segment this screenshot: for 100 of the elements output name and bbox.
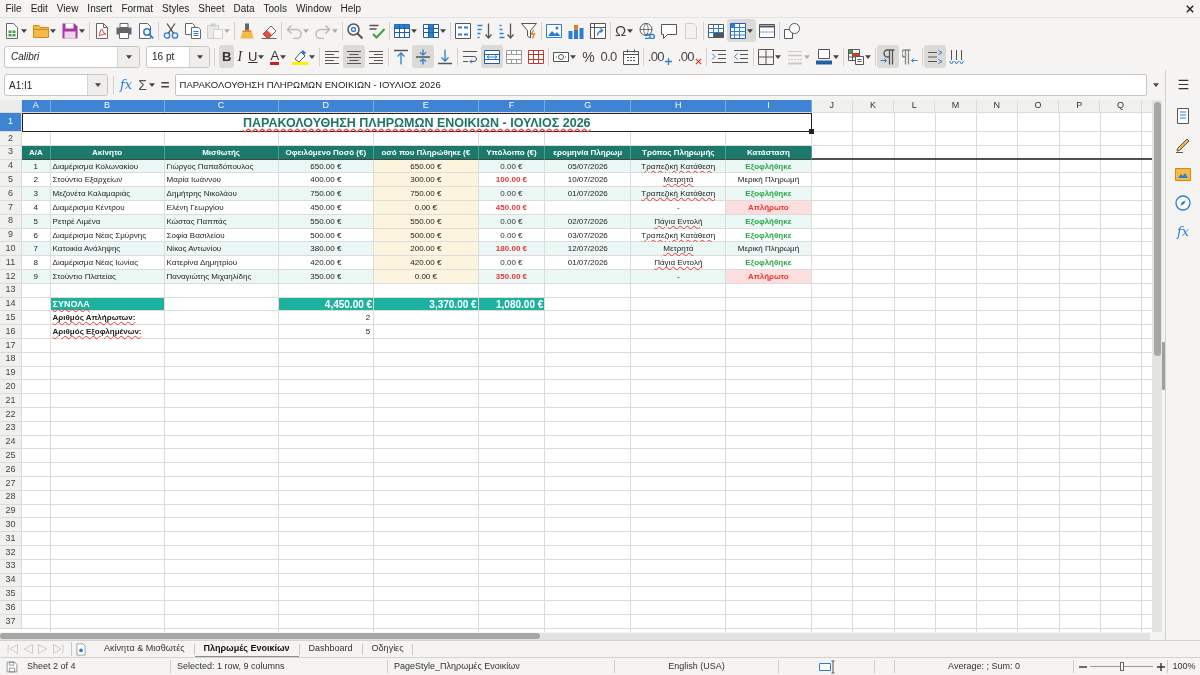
sheet-tab[interactable]: Ακίνητα & Μισθωτές	[95, 640, 194, 658]
column-header[interactable]: G	[545, 100, 632, 113]
dropdown-button[interactable]	[189, 46, 209, 67]
sheet-tab[interactable]: Dashboard	[299, 640, 362, 658]
delete-decimal-button[interactable]: .00	[674, 45, 705, 68]
row-header[interactable]: 26	[0, 463, 22, 477]
column-header[interactable]: J	[811, 100, 853, 113]
folder-icon	[33, 22, 49, 39]
text-left-to-right-button[interactable]	[923, 45, 946, 68]
column-header[interactable]: L	[894, 100, 936, 113]
column-header[interactable]: Q	[1100, 100, 1142, 113]
sum-button[interactable]: Σ	[135, 74, 158, 96]
row-header[interactable]: 25	[0, 449, 22, 464]
spreadsheet-grid[interactable]	[0, 100, 1152, 632]
zoom-in-button[interactable]	[1156, 662, 1165, 671]
percent-button[interactable]: %	[579, 45, 598, 68]
row-header[interactable]: 36	[0, 601, 22, 615]
row-header[interactable]: 1	[0, 113, 22, 132]
menu-item[interactable]: Insert	[82, 0, 117, 17]
table-cell: 0.00 €	[478, 187, 546, 201]
menu-item[interactable]: Help	[336, 0, 366, 17]
freeze-panes-button[interactable]	[727, 19, 757, 42]
row-header[interactable]: 21	[0, 394, 22, 408]
navigator-tab[interactable]	[1172, 192, 1194, 214]
column-header[interactable]: C	[164, 100, 279, 113]
font-color-button[interactable]: A	[267, 45, 290, 68]
menu-item[interactable]: Format	[116, 0, 158, 17]
column-header[interactable]: E	[374, 100, 479, 113]
save-icon	[62, 22, 78, 39]
dropdown-button[interactable]	[117, 46, 139, 67]
selection-mode-icon	[818, 658, 835, 675]
row-header[interactable]: 31	[0, 532, 22, 546]
menu-item[interactable]: Edit	[26, 0, 53, 17]
add-decimal-button[interactable]: .00	[644, 45, 675, 68]
font-name-field[interactable]: Calibri	[4, 45, 140, 68]
column-header[interactable]: B	[50, 100, 165, 113]
column-header[interactable]: F	[478, 100, 546, 113]
selection-mode-button[interactable]	[818, 658, 835, 675]
fill-handle[interactable]	[808, 129, 814, 134]
menu-item[interactable]: Styles	[157, 0, 194, 17]
underline-button[interactable]: U	[245, 45, 268, 68]
caret-icon	[411, 28, 417, 33]
row-header[interactable]: 15	[0, 311, 22, 326]
column-header[interactable]: H	[631, 100, 727, 113]
row-header[interactable]: 10	[0, 242, 22, 257]
function-wizard-button[interactable]: fx	[117, 74, 136, 96]
page-icon	[683, 22, 700, 39]
functions-tab[interactable]: fx	[1172, 221, 1194, 243]
column-header[interactable]: O	[1017, 100, 1060, 113]
align-middle-button[interactable]	[412, 45, 435, 68]
caret-icon	[627, 28, 634, 33]
column-header[interactable]: I	[726, 100, 812, 113]
table-header-cell: οσό που Πληρώθηκε (€	[374, 145, 479, 160]
row-header[interactable]: 2	[0, 132, 22, 146]
table-cell: -	[631, 269, 727, 284]
vertical-scrollbar[interactable]	[1152, 100, 1162, 632]
merge-center-button[interactable]	[481, 45, 504, 68]
sheet-tab[interactable]: Οδηγίες	[362, 640, 413, 658]
align-center-button[interactable]	[343, 45, 366, 68]
formula-button[interactable]: =	[157, 74, 173, 96]
name-box[interactable]: A1:I1	[4, 74, 108, 96]
paragraph-rtl-icon	[901, 48, 918, 65]
row-header[interactable]: 16	[0, 325, 22, 339]
column-header[interactable]: M	[935, 100, 977, 113]
horizontal-scrollbar[interactable]	[0, 632, 1150, 640]
scrollbar-thumb[interactable]	[1153, 102, 1161, 356]
scrollbar-thumb[interactable]	[0, 633, 540, 639]
sidebar-grip[interactable]	[1162, 342, 1165, 390]
number-button[interactable]: 0.0	[597, 45, 620, 68]
menu-item[interactable]: Tools	[259, 0, 292, 17]
column-header[interactable]: A	[22, 100, 51, 113]
column-header[interactable]: N	[976, 100, 1018, 113]
zoom-slider-thumb[interactable]	[1119, 662, 1124, 671]
paintbrush-icon	[239, 22, 255, 39]
menu-item[interactable]: Sheet	[193, 0, 229, 17]
column-header[interactable]: D	[278, 100, 375, 113]
sheet-tab[interactable]: Πληρωμές Ενοικίων	[194, 640, 299, 658]
selected-cell-range[interactable]: ΠΑΡΑΚΟΛΟΥΘΗΣΗ ΠΛΗΡΩΜΩΝ ΕΝΟΙΚΙΩΝ - ΙΟΥΛΙΟΣ 2026	[22, 113, 812, 132]
column-header[interactable]: K	[852, 100, 895, 113]
column-header[interactable]: P	[1059, 100, 1101, 113]
special-character-button[interactable]: Ω	[612, 19, 637, 42]
row-header[interactable]: 30	[0, 518, 22, 533]
left-to-right-button[interactable]	[876, 45, 899, 68]
menu-item[interactable]: File	[1, 0, 27, 17]
font-size-field[interactable]: 16 pt	[146, 45, 210, 68]
row-header[interactable]: 6	[0, 187, 22, 201]
formula-input[interactable]: ΠΑΡΑΚΟΛΟΥΘΗΣΗ ΠΛΗΡΩΜΩΝ ΕΝΟΙΚΙΩΝ - ΙΟΥΛΙΟΣ 2026	[174, 74, 1147, 96]
menu-item[interactable]: View	[52, 0, 83, 17]
add-sheet-button[interactable]	[74, 641, 88, 657]
dropdown-button[interactable]	[87, 75, 107, 95]
row-header[interactable]: 5	[0, 173, 22, 188]
caret-icon	[832, 54, 839, 59]
row-header[interactable]: 20	[0, 380, 22, 395]
italic-button[interactable]: I	[234, 45, 246, 68]
row-header[interactable]: 11	[0, 256, 22, 270]
table-columns-icon	[423, 22, 439, 39]
menu-item[interactable]: Window	[291, 0, 336, 17]
bold-button[interactable]: B	[219, 45, 235, 68]
row-header[interactable]: 35	[0, 587, 22, 602]
menu-item[interactable]: Data	[228, 0, 260, 17]
